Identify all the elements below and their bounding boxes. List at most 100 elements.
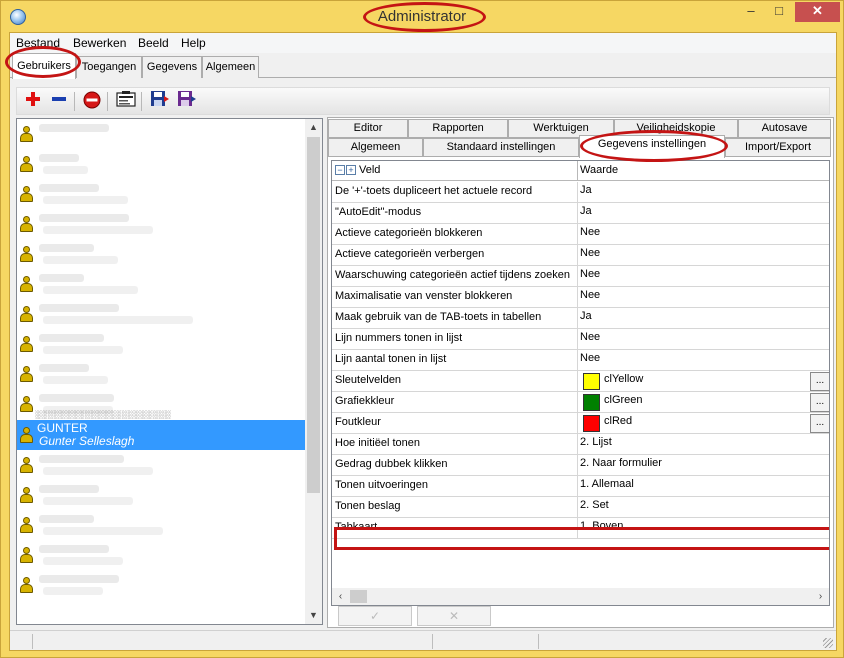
annotation-oval-title xyxy=(363,2,486,32)
grid-cell-waarde[interactable]: Ja xyxy=(580,184,592,196)
grid-cell-veld: Waarschuwing categorieën actief tijdens … xyxy=(335,269,571,281)
user-icon xyxy=(20,216,33,232)
grid-row[interactable]: Tonen uitvoeringen 1. Allemaal xyxy=(332,476,829,497)
cancel-button[interactable]: ✕ xyxy=(417,606,491,626)
obscured-user-name xyxy=(39,154,79,162)
grid-cell-waarde[interactable]: Nee xyxy=(580,226,600,238)
user-list-item[interactable] xyxy=(17,269,305,299)
grid-cell-waarde[interactable]: clYellow xyxy=(604,373,643,385)
user-list-item[interactable] xyxy=(17,540,305,570)
scroll-right-icon[interactable]: › xyxy=(812,588,829,605)
user-list-item[interactable] xyxy=(17,359,305,389)
grid-row[interactable]: Foutkleur clRed... xyxy=(332,413,829,434)
grid-cell-waarde[interactable]: Nee xyxy=(580,268,600,280)
grid-row[interactable]: Maximalisatie van venster blokkeren Nee xyxy=(332,287,829,308)
grid-row[interactable]: Grafiekkleur clGreen... xyxy=(332,392,829,413)
grid-row[interactable]: "AutoEdit"-modus Ja xyxy=(332,203,829,224)
user-list-item[interactable] xyxy=(17,329,305,359)
add-icon[interactable] xyxy=(21,90,45,112)
user-list-item[interactable] xyxy=(17,480,305,510)
user-list-item[interactable] xyxy=(17,119,305,149)
user-list[interactable]: ░░░░░░░░░░░░░░░░░░░░░░ GUNTER Gunter Sel… xyxy=(16,118,323,625)
grid-cell-waarde[interactable]: Ja xyxy=(580,205,592,217)
tab-standaard-instellingen[interactable]: Standaard instellingen xyxy=(423,138,579,157)
user-icon xyxy=(20,457,33,473)
user-list-item[interactable] xyxy=(17,239,305,269)
user-list-item[interactable] xyxy=(17,570,305,600)
user-list-item[interactable] xyxy=(17,299,305,329)
grid-row[interactable]: Waarschuwing categorieën actief tijdens … xyxy=(332,266,829,287)
grid-cell-waarde[interactable]: 2. Naar formulier xyxy=(580,457,662,469)
grid-row[interactable]: Sleutelvelden clYellow... xyxy=(332,371,829,392)
annotation-oval-gebruikers xyxy=(5,46,81,78)
user-card-icon[interactable] xyxy=(114,90,138,112)
column-header-waarde[interactable]: Waarde xyxy=(580,164,618,176)
grid-cell-waarde[interactable]: Ja xyxy=(580,310,592,322)
user-icon xyxy=(20,186,33,202)
tab-algemeen[interactable]: Algemeen xyxy=(202,56,259,78)
scrollbar-thumb[interactable] xyxy=(350,590,367,603)
grid-cell-waarde[interactable]: Nee xyxy=(580,331,600,343)
column-header-veld[interactable]: Veld xyxy=(359,164,380,176)
color-picker-button[interactable]: ... xyxy=(810,372,829,391)
scrollbar-thumb[interactable] xyxy=(307,137,320,493)
resize-grip-icon[interactable] xyxy=(823,638,833,648)
tab-editor[interactable]: Editor xyxy=(328,119,408,138)
grid-row[interactable]: Actieve categorieën verbergen Nee xyxy=(332,245,829,266)
menu-beeld[interactable]: Beeld xyxy=(138,36,169,50)
remove-icon[interactable] xyxy=(47,90,71,112)
grid-row[interactable]: Maak gebruik van de TAB-toets in tabelle… xyxy=(332,308,829,329)
minimize-button[interactable]: – xyxy=(738,2,764,22)
tab-autosave[interactable]: Autosave xyxy=(738,119,831,138)
collapse-icon[interactable]: − xyxy=(335,165,345,175)
grid-cell-waarde[interactable]: clGreen xyxy=(604,394,643,406)
tab-toegangen[interactable]: Toegangen xyxy=(76,56,142,78)
user-list-item[interactable] xyxy=(17,209,305,239)
grid-row[interactable]: Gedrag dubbek klikken 2. Naar formulier xyxy=(332,455,829,476)
grid-cell-waarde[interactable]: 2. Lijst xyxy=(580,436,612,448)
color-picker-button[interactable]: ... xyxy=(810,414,829,433)
grid-row[interactable]: De '+'-toets dupliceert het actuele reco… xyxy=(332,182,829,203)
scroll-up-icon[interactable]: ▲ xyxy=(305,119,322,136)
grid-cell-waarde[interactable]: clRed xyxy=(604,415,632,427)
user-list-item[interactable] xyxy=(17,510,305,540)
grid-row[interactable]: Lijn nummers tonen in lijst Nee xyxy=(332,329,829,350)
confirm-button[interactable]: ✓ xyxy=(338,606,412,626)
obscured-user-full-name xyxy=(43,256,118,264)
scroll-left-icon[interactable]: ‹ xyxy=(332,588,349,605)
grid-row[interactable]: Lijn aantal tonen in lijst Nee xyxy=(332,350,829,371)
maximize-button[interactable]: □ xyxy=(766,2,792,22)
close-button[interactable]: ✕ xyxy=(795,2,840,22)
scroll-down-icon[interactable]: ▼ xyxy=(305,607,322,624)
tab-import-export[interactable]: Import/Export xyxy=(725,138,831,157)
menu-bewerken[interactable]: Bewerken xyxy=(73,36,126,50)
save-icon[interactable] xyxy=(148,90,172,112)
grid-horizontal-scrollbar[interactable]: ‹ › xyxy=(332,588,829,605)
grid-cell-waarde[interactable]: 2. Set xyxy=(580,499,609,511)
color-picker-button[interactable]: ... xyxy=(810,393,829,412)
expand-icon[interactable]: + xyxy=(346,165,356,175)
grid-cell-waarde[interactable]: Nee xyxy=(580,352,600,364)
user-list-item[interactable] xyxy=(17,450,305,480)
save-as-icon[interactable] xyxy=(175,90,199,112)
column-divider xyxy=(577,329,578,350)
grid-cell-waarde[interactable]: 1. Allemaal xyxy=(580,478,634,490)
grid-cell-waarde[interactable]: Nee xyxy=(580,247,600,259)
grid-row[interactable]: Actieve categorieën blokkeren Nee xyxy=(332,224,829,245)
user-list-item[interactable] xyxy=(17,149,305,179)
menu-help[interactable]: Help xyxy=(181,36,206,50)
grid-row[interactable]: Hoe initiëel tonen 2. Lijst xyxy=(332,434,829,455)
column-divider xyxy=(577,434,578,455)
grid-cell-waarde[interactable]: Nee xyxy=(580,289,600,301)
tab-gegevens[interactable]: Gegevens xyxy=(142,56,202,78)
grid-row[interactable]: Tonen beslag 2. Set xyxy=(332,497,829,518)
tab-algemeen-settings[interactable]: Algemeen xyxy=(328,138,423,157)
user-list-item-selected[interactable]: GUNTER Gunter Selleslagh xyxy=(17,420,305,450)
tab-rapporten[interactable]: Rapporten xyxy=(408,119,508,138)
delete-icon[interactable] xyxy=(80,90,104,112)
user-list-scrollbar[interactable]: ▲ ▼ xyxy=(305,119,322,624)
user-list-item[interactable] xyxy=(17,179,305,209)
grid-cell-veld: Maak gebruik van de TAB-toets in tabelle… xyxy=(335,311,542,323)
user-full-name: Gunter Selleslagh xyxy=(39,434,135,448)
column-divider xyxy=(577,392,578,413)
